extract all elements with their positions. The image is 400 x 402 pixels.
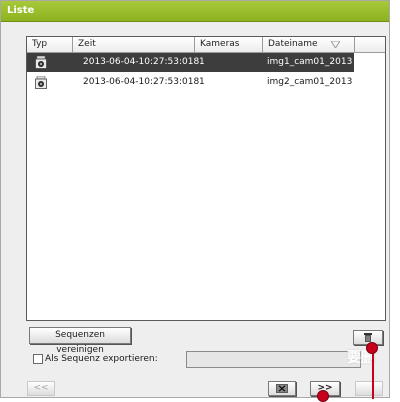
table-row[interactable]: 2013-06-04-10:27:53:018 1 img1_cam01_201… bbox=[27, 53, 354, 72]
window-title: Liste bbox=[7, 5, 35, 16]
cell-kameras: 1 bbox=[199, 57, 205, 67]
annotation-dot-right bbox=[366, 342, 378, 354]
close-icon bbox=[276, 384, 288, 393]
column-header-typ[interactable]: Typ bbox=[27, 37, 73, 52]
table-row[interactable]: 2013-06-04-10:27:53:018 1 img2_cam01_201… bbox=[27, 73, 354, 92]
export-as-sequence-checkbox[interactable] bbox=[33, 354, 43, 364]
previous-button[interactable]: << bbox=[27, 381, 55, 396]
camera-icon bbox=[35, 56, 47, 69]
column-header-dateiname-label: Dateiname bbox=[268, 39, 318, 49]
column-header-dateiname[interactable]: Dateiname bbox=[263, 37, 355, 52]
table-header: Typ Zeit Kameras Dateiname bbox=[27, 37, 385, 53]
cell-dateiname: img2_cam01_2013... bbox=[267, 77, 353, 87]
title-bar: Liste bbox=[1, 1, 389, 22]
file-list[interactable]: Typ Zeit Kameras Dateiname 2013-06-04-10… bbox=[26, 36, 386, 321]
cell-kameras: 1 bbox=[199, 77, 205, 87]
sort-arrow-icon bbox=[331, 41, 340, 48]
cell-dateiname: img1_cam01_2013... bbox=[267, 57, 353, 67]
cell-zeit: 2013-06-04-10:27:53:018 bbox=[83, 57, 200, 67]
export-path-field[interactable] bbox=[186, 351, 361, 368]
list-window: Liste Typ Zeit Kameras Dateiname 2013-06… bbox=[0, 0, 390, 398]
annotation-line-right bbox=[372, 348, 374, 399]
cancel-button[interactable] bbox=[268, 381, 296, 396]
column-header-zeit[interactable]: Zeit bbox=[73, 37, 195, 52]
annotation-dot-bottom bbox=[317, 390, 329, 402]
export-as-sequence-label: Als Sequenz exportieren: bbox=[45, 354, 158, 364]
cell-zeit: 2013-06-04-10:27:53:018 bbox=[83, 77, 200, 87]
column-header-kameras[interactable]: Kameras bbox=[195, 37, 263, 52]
finish-button[interactable] bbox=[355, 381, 383, 396]
camera-icon bbox=[35, 76, 47, 89]
merge-sequences-button[interactable]: Sequenzen vereinigen bbox=[29, 327, 131, 355]
